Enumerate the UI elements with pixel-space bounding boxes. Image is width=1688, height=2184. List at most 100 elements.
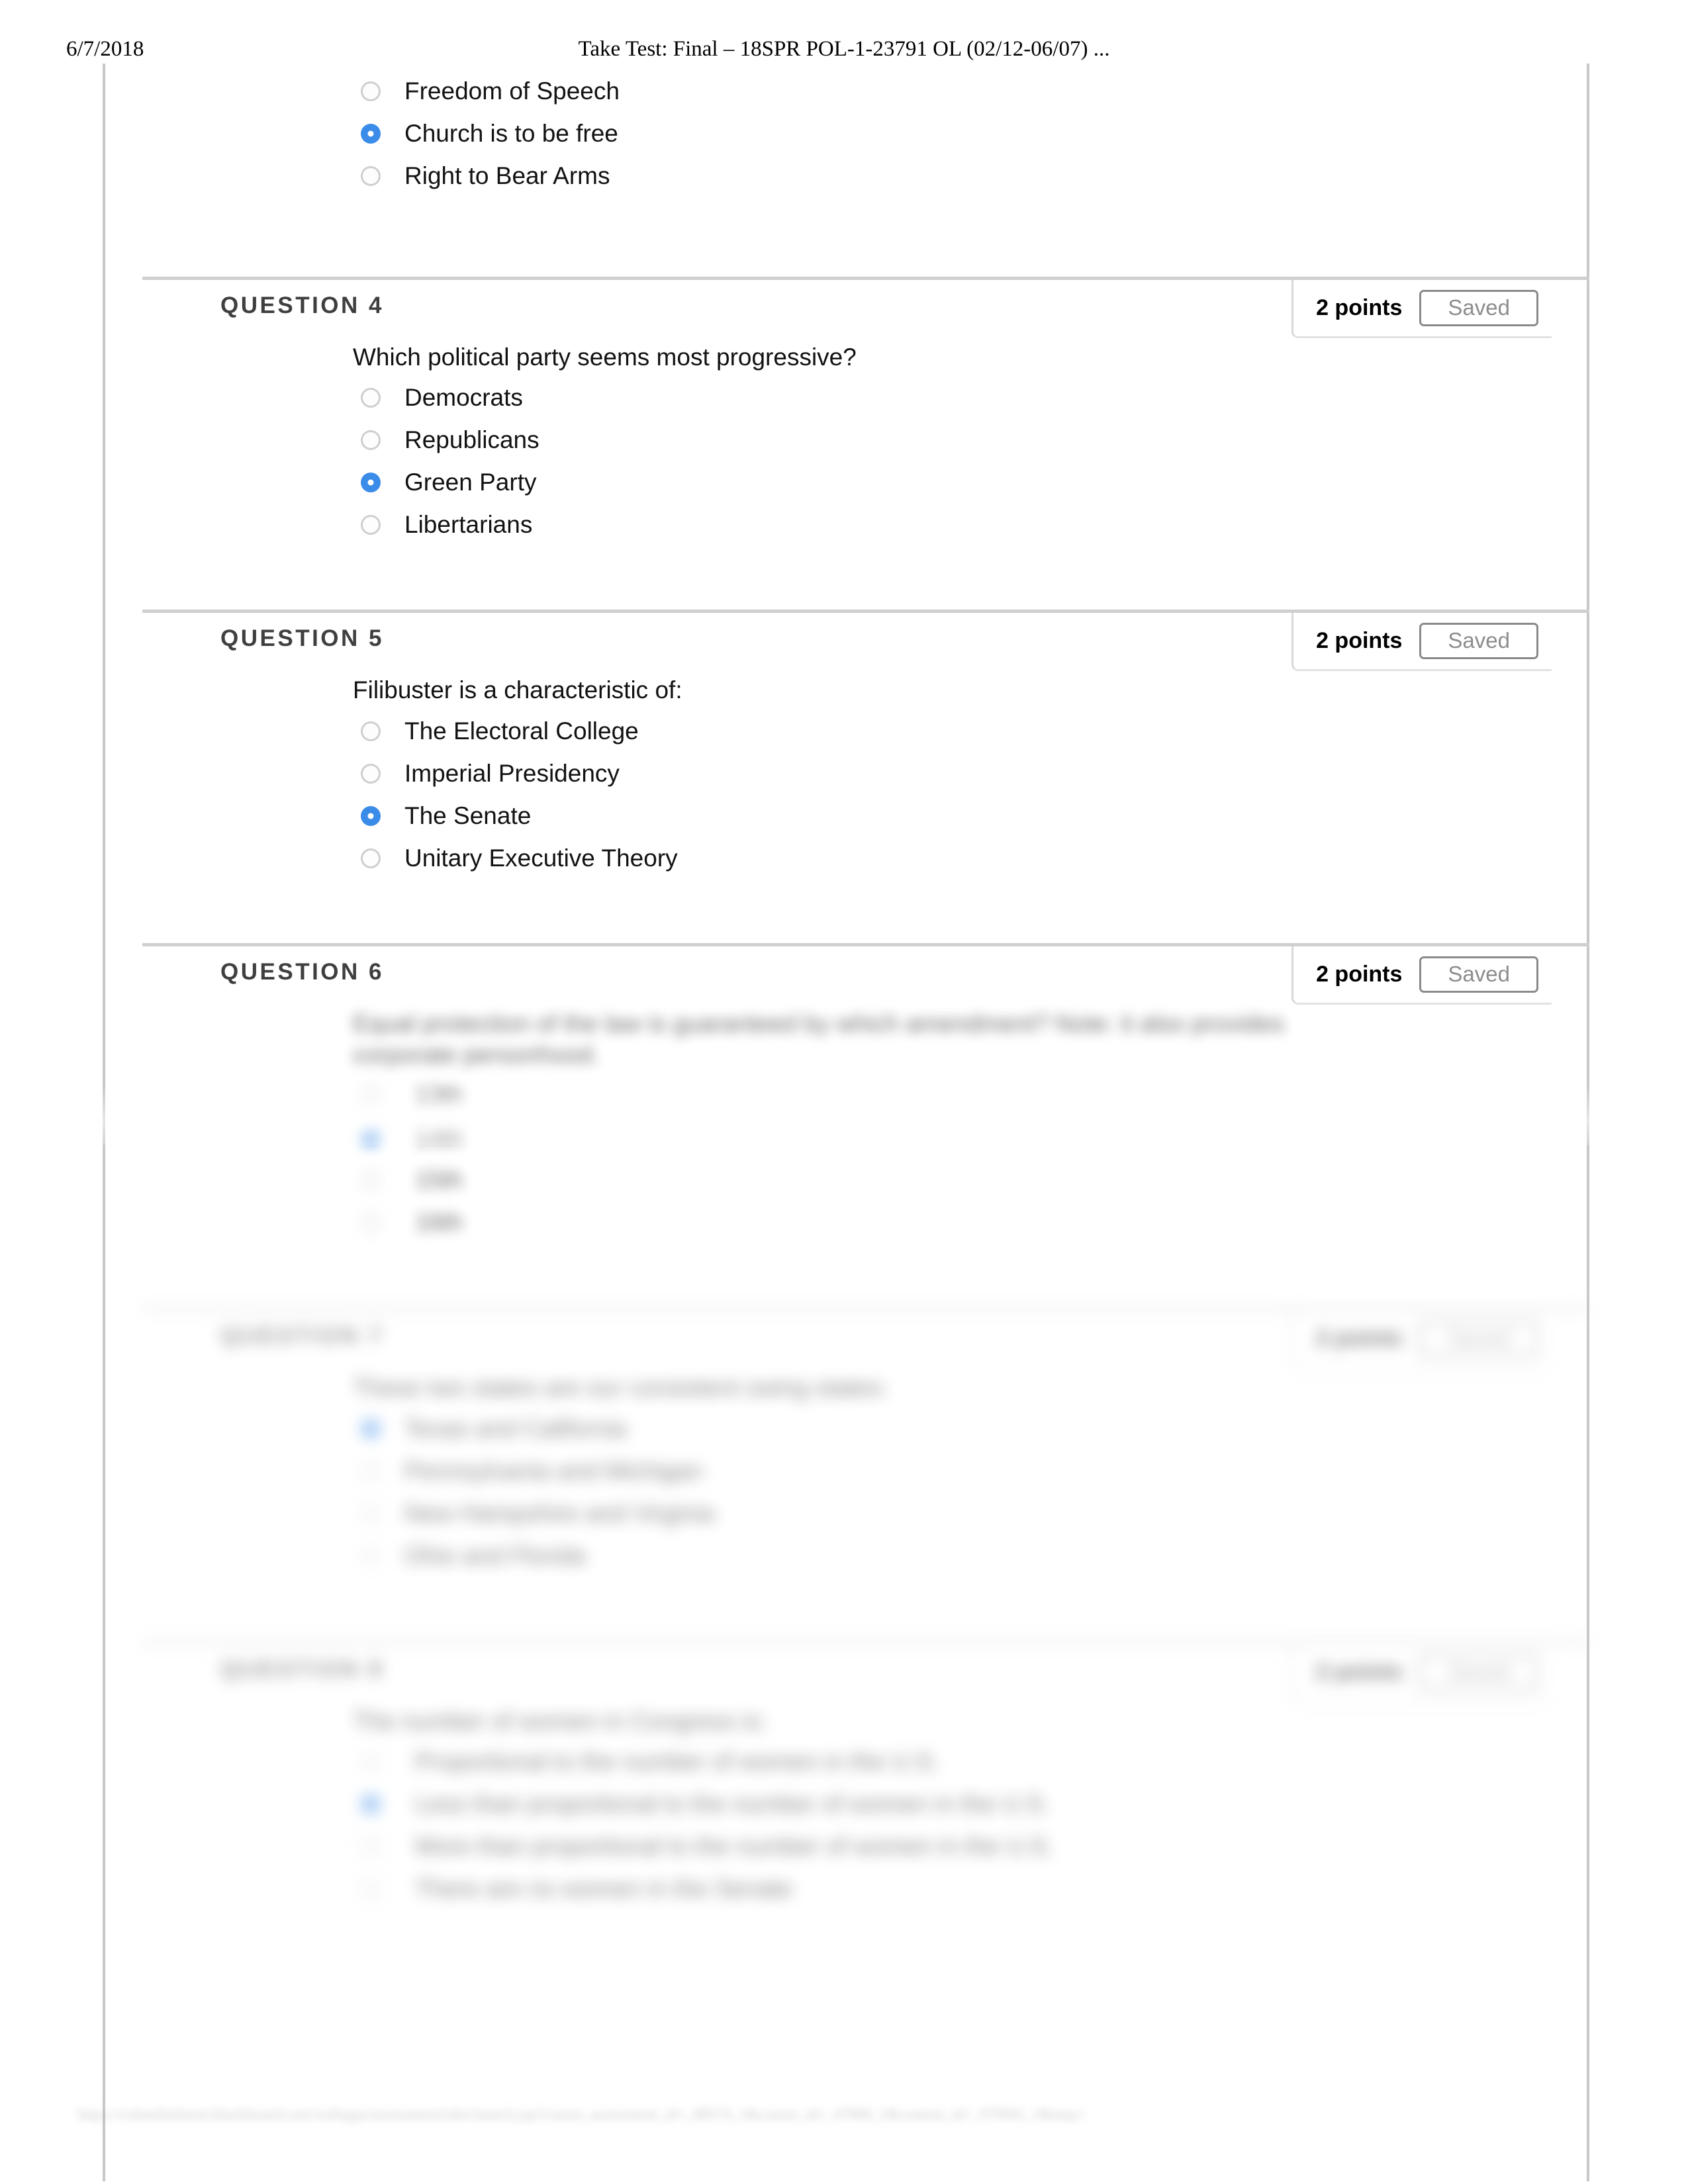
question-body: Which political party seems most progres… <box>103 338 1589 610</box>
option-label: The Electoral College <box>404 717 639 745</box>
radio-button-icon[interactable] <box>361 1461 381 1481</box>
question-heading: QUESTION 4 <box>220 293 384 318</box>
option-label: Ohio and Florida <box>404 1541 586 1569</box>
question-text: Which political party seems most progres… <box>353 343 857 371</box>
question-header: QUESTION 7 2 points Saved <box>103 1307 1589 1369</box>
radio-button-icon[interactable] <box>361 763 381 784</box>
option-row[interactable]: Republicans <box>353 419 1589 461</box>
saved-button[interactable]: Saved <box>1419 290 1538 326</box>
option-row[interactable]: 16th <box>353 1201 1589 1244</box>
radio-button-selected-icon[interactable] <box>361 473 381 493</box>
option-label: Texas and California <box>404 1414 627 1442</box>
option-row[interactable]: Right to Bear Arms <box>353 155 1589 197</box>
question-heading: QUESTION 5 <box>220 625 384 652</box>
option-row[interactable]: Texas and California <box>353 1408 1589 1450</box>
option-label: 16th <box>415 1208 463 1236</box>
option-label: Unitary Executive Theory <box>404 844 678 872</box>
option-row[interactable]: Libertarians <box>353 504 1589 546</box>
option-label: Pennsylvania and Michigan <box>404 1457 703 1484</box>
option-row[interactable]: 14th <box>353 1116 1589 1159</box>
option-label: 14th <box>415 1124 463 1152</box>
radio-button-selected-icon[interactable] <box>361 1128 381 1148</box>
option-row[interactable]: Pennsylvania and Michigan <box>353 1450 1589 1492</box>
option-list: Democrats Republicans Green Party Libert… <box>353 377 1589 546</box>
option-row[interactable]: There are no women in the Senate <box>353 1868 1589 1910</box>
saved-button[interactable]: Saved <box>1419 1653 1538 1690</box>
question-header: QUESTION 6 2 points Saved <box>103 943 1589 1005</box>
question-header: QUESTION 4 2 points Saved <box>103 277 1589 338</box>
option-row[interactable]: Democrats <box>353 377 1589 419</box>
radio-button-icon[interactable] <box>361 81 381 101</box>
option-row[interactable]: 13th <box>353 1074 1589 1116</box>
radio-button-icon[interactable] <box>361 515 381 535</box>
option-label: Freedom of Speech <box>404 77 620 105</box>
question-body: These two states are our consistent swin… <box>103 1368 1589 1640</box>
radio-button-selected-icon[interactable] <box>361 805 381 826</box>
saved-button[interactable]: Saved <box>1419 623 1538 660</box>
radio-button-icon[interactable] <box>361 1503 381 1524</box>
option-label: 13th <box>415 1081 463 1109</box>
test-content: Freedom of Speech Church is to be free R… <box>103 64 1589 1974</box>
radio-button-icon[interactable] <box>361 1545 381 1566</box>
option-row[interactable]: More than proportional to the number of … <box>353 1825 1589 1868</box>
radio-button-icon[interactable] <box>361 1085 381 1106</box>
question-header: QUESTION 8 2 points Saved <box>103 1641 1589 1702</box>
saved-button[interactable]: Saved <box>1419 956 1538 993</box>
radio-button-icon[interactable] <box>361 848 381 868</box>
radio-button-icon[interactable] <box>361 430 381 451</box>
radio-button-icon[interactable] <box>361 1837 381 1857</box>
option-row[interactable]: Church is to be free <box>353 113 1589 155</box>
previous-question-options-block: Freedom of Speech Church is to be free R… <box>103 64 1589 277</box>
option-label: More than proportional to the number of … <box>415 1832 1054 1860</box>
option-list: Freedom of Speech Church is to be free R… <box>353 70 1589 197</box>
option-row[interactable]: 15th <box>353 1159 1589 1201</box>
option-label: There are no women in the Senate <box>415 1874 792 1902</box>
radio-button-selected-icon[interactable] <box>361 1794 381 1815</box>
question-text: The number of women in Congress is: <box>353 1707 767 1735</box>
option-label: New Hampshire and Virginia <box>404 1499 715 1527</box>
option-row[interactable]: The Senate <box>353 795 1589 837</box>
radio-button-icon[interactable] <box>361 721 381 741</box>
question-block-4: QUESTION 4 2 points Saved Which politica… <box>103 277 1589 610</box>
option-label: The Senate <box>404 801 532 829</box>
question-block-6: QUESTION 6 2 points Saved Equal protecti… <box>103 942 1589 1308</box>
question-points: 2 points <box>1316 1326 1403 1351</box>
radio-button-selected-icon[interactable] <box>361 124 381 144</box>
question-points: 2 points <box>1316 295 1403 320</box>
question-block-7: QUESTION 7 2 points Saved These two stat… <box>103 1307 1589 1640</box>
question-meta: 2 points Saved <box>1291 613 1552 672</box>
option-label: Proportional to the number of women in t… <box>415 1747 939 1775</box>
saved-button[interactable]: Saved <box>1419 1320 1538 1357</box>
question-points: 2 points <box>1316 628 1403 654</box>
option-row[interactable]: Proportional to the number of women in t… <box>353 1741 1589 1783</box>
option-list: Texas and California Pennsylvania and Mi… <box>353 1408 1589 1577</box>
radio-button-selected-icon[interactable] <box>361 1418 381 1439</box>
option-label: Imperial Presidency <box>404 759 620 787</box>
radio-button-icon[interactable] <box>361 1212 381 1233</box>
option-row[interactable]: Freedom of Speech <box>353 70 1589 113</box>
option-row[interactable]: Imperial Presidency <box>353 752 1589 795</box>
radio-button-icon[interactable] <box>361 1170 381 1191</box>
option-row[interactable]: Less than proportional to the number of … <box>353 1783 1589 1825</box>
question-block-5: QUESTION 5 2 points Saved Filibuster is … <box>103 610 1589 942</box>
question-block-8: QUESTION 8 2 points Saved The number of … <box>103 1640 1589 1974</box>
question-heading: QUESTION 7 <box>220 1323 384 1349</box>
radio-button-icon[interactable] <box>361 166 381 186</box>
option-row[interactable]: Unitary Executive Theory <box>353 837 1589 880</box>
option-label: Republicans <box>404 426 539 454</box>
option-label: Green Party <box>404 469 537 496</box>
option-row[interactable]: Ohio and Florida <box>353 1535 1589 1577</box>
question-body: Filibuster is a characteristic of: The E… <box>103 670 1589 942</box>
radio-button-icon[interactable] <box>361 388 381 408</box>
question-body: The number of women in Congress is: Prop… <box>103 1702 1589 1974</box>
question-header: QUESTION 5 2 points Saved <box>103 610 1589 672</box>
option-label: Democrats <box>404 384 523 412</box>
question-meta: 2 points Saved <box>1291 1643 1552 1702</box>
option-row[interactable]: New Hampshire and Virginia <box>353 1492 1589 1535</box>
radio-button-icon[interactable] <box>361 1879 381 1899</box>
question-heading: QUESTION 6 <box>220 958 384 985</box>
question-body: Equal protection of the law is guarantee… <box>103 1004 1589 1308</box>
option-row[interactable]: The Electoral College <box>353 710 1589 752</box>
option-row[interactable]: Green Party <box>353 461 1589 504</box>
radio-button-icon[interactable] <box>361 1752 381 1772</box>
